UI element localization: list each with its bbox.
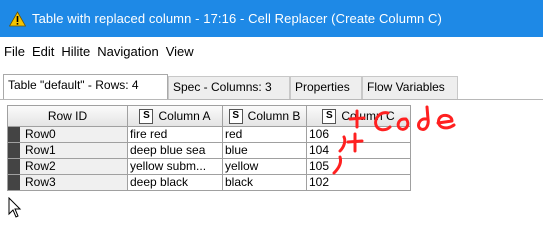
- table-cell[interactable]: yellow: [223, 159, 307, 175]
- tab-table-default[interactable]: Table "default" - Rows: 4: [3, 74, 168, 100]
- table-cell[interactable]: black: [223, 175, 307, 191]
- row-selector-marker: [8, 159, 20, 174]
- row-selector-marker: [8, 127, 20, 142]
- string-type-icon: S: [139, 108, 154, 124]
- tab-spec[interactable]: Spec - Columns: 3: [168, 76, 290, 99]
- header-column-b[interactable]: S Column B: [223, 105, 307, 127]
- row-selector-marker: [8, 143, 20, 158]
- tab-strip: Table "default" - Rows: 4 Spec - Columns…: [0, 65, 543, 100]
- menu-view[interactable]: View: [166, 44, 194, 59]
- table-cell[interactable]: deep blue sea: [128, 143, 223, 159]
- table-cell[interactable]: fire red: [128, 127, 223, 143]
- row-id-cell[interactable]: Row1: [7, 143, 128, 159]
- table-cell[interactable]: red: [223, 127, 307, 143]
- header-row-id[interactable]: Row ID: [7, 105, 128, 127]
- menu-hilite[interactable]: Hilite: [61, 44, 90, 59]
- tab-flow-variables[interactable]: Flow Variables: [362, 76, 458, 99]
- menu-bar: File Edit Hilite Navigation View: [0, 37, 543, 65]
- window-titlebar[interactable]: Table with replaced column - 17:16 - Cel…: [0, 0, 543, 37]
- warning-triangle-icon: [9, 10, 26, 26]
- menu-file[interactable]: File: [4, 44, 25, 59]
- menu-edit[interactable]: Edit: [32, 44, 54, 59]
- mouse-cursor-icon: [8, 197, 22, 218]
- table-cell[interactable]: deep black: [128, 175, 223, 191]
- row-selector-marker: [8, 175, 20, 190]
- window-title: Table with replaced column - 17:16 - Cel…: [32, 11, 442, 26]
- tab-divider: [0, 99, 543, 100]
- row-id-cell[interactable]: Row0: [7, 127, 128, 143]
- tab-properties[interactable]: Properties: [290, 76, 362, 99]
- table-cell[interactable]: yellow subm...: [128, 159, 223, 175]
- table-cell[interactable]: blue: [223, 143, 307, 159]
- handwritten-annotation: [332, 105, 456, 175]
- row-id-cell[interactable]: Row2: [7, 159, 128, 175]
- menu-navigation[interactable]: Navigation: [97, 44, 158, 59]
- string-type-icon: S: [228, 108, 243, 124]
- row-id-cell[interactable]: Row3: [7, 175, 128, 191]
- header-column-a[interactable]: S Column A: [128, 105, 223, 127]
